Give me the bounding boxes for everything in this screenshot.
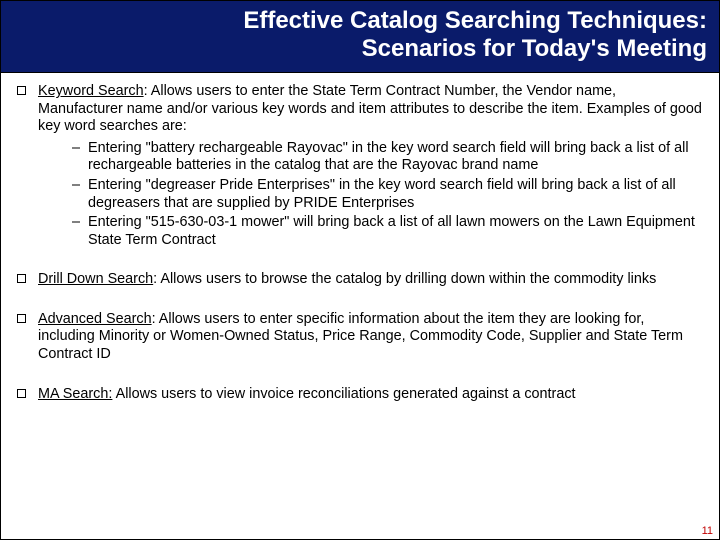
dash-icon: –: [72, 177, 86, 195]
sub-bullet: – Entering "degreaser Pride Enterprises"…: [72, 177, 703, 212]
page-number: 11: [702, 525, 713, 537]
bullet-label: MA Search:: [38, 386, 112, 402]
square-bullet-icon: [17, 389, 26, 398]
bullet-text: MA Search: Allows users to view invoice …: [38, 386, 703, 404]
bullet-text: Advanced Search: Allows users to enter s…: [38, 311, 703, 364]
square-bullet-icon: [17, 86, 26, 95]
dash-icon: –: [72, 214, 86, 232]
bullet-drill-down-search: Drill Down Search: Allows users to brows…: [17, 271, 703, 289]
square-bullet-icon: [17, 314, 26, 323]
bullet-ma-search: MA Search: Allows users to view invoice …: [17, 386, 703, 404]
bullet-desc: : Allows users to browse the catalog by …: [153, 271, 656, 287]
bullet-text: Drill Down Search: Allows users to brows…: [38, 271, 703, 289]
title-line-2: Scenarios for Today's Meeting: [13, 35, 707, 63]
sub-list: – Entering "battery rechargeable Rayovac…: [38, 140, 703, 249]
sub-text: Entering "battery rechargeable Rayovac" …: [88, 140, 703, 175]
bullet-label: Keyword Search: [38, 83, 144, 99]
sub-bullet: – Entering "battery rechargeable Rayovac…: [72, 140, 703, 175]
bullet-label: Drill Down Search: [38, 271, 153, 287]
square-bullet-icon: [17, 274, 26, 283]
sub-text: Entering "515-630-03-1 mower" will bring…: [88, 214, 703, 249]
bullet-advanced-search: Advanced Search: Allows users to enter s…: [17, 311, 703, 364]
bullet-text: Keyword Search: Allows users to enter th…: [38, 83, 703, 251]
title-line-1: Effective Catalog Searching Techniques:: [13, 7, 707, 35]
bullet-desc: Allows users to view invoice reconciliat…: [112, 386, 575, 402]
bullet-label: Advanced Search: [38, 311, 152, 327]
sub-text: Entering "degreaser Pride Enterprises" i…: [88, 177, 703, 212]
sub-bullet: – Entering "515-630-03-1 mower" will bri…: [72, 214, 703, 249]
title-banner: Effective Catalog Searching Techniques: …: [1, 1, 719, 73]
dash-icon: –: [72, 140, 86, 158]
slide: Effective Catalog Searching Techniques: …: [0, 0, 720, 540]
bullet-keyword-search: Keyword Search: Allows users to enter th…: [17, 83, 703, 251]
slide-body: Keyword Search: Allows users to enter th…: [1, 73, 719, 403]
